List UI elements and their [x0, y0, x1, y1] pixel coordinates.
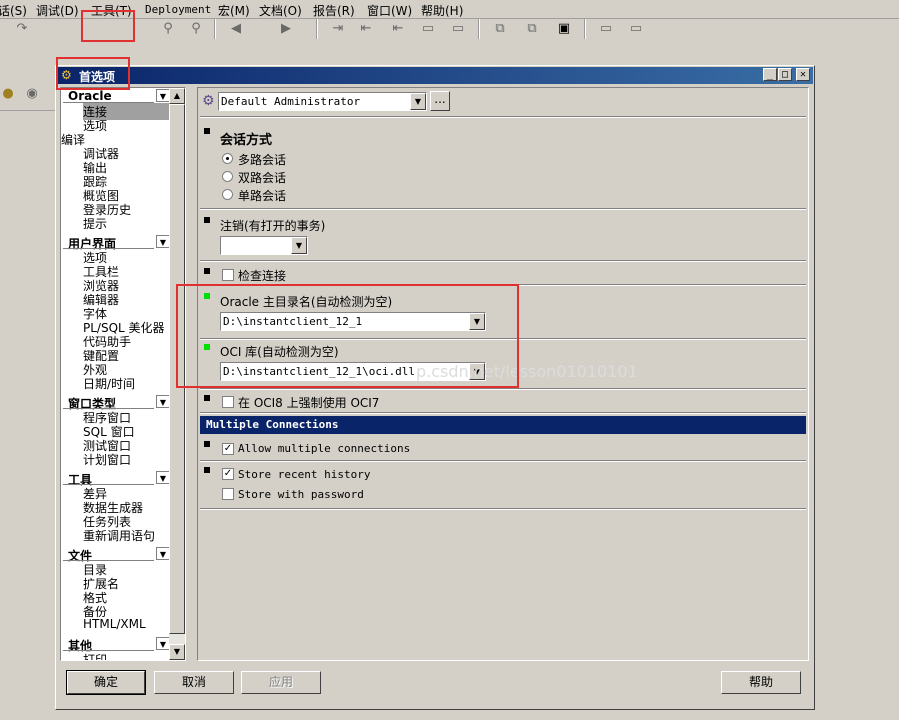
session-mode-section [200, 120, 806, 209]
menu-session[interactable]: 话(S) [0, 2, 27, 19]
allow-multiple-label[interactable]: Allow multiple connections [238, 442, 410, 455]
highlight-tools-menu [81, 10, 135, 42]
chevron-down-icon[interactable]: ▼ [156, 395, 170, 408]
db-icon[interactable]: ● [0, 86, 16, 102]
chevron-down-icon[interactable]: ▼ [410, 93, 426, 110]
scroll-down-button[interactable]: ▼ [169, 644, 185, 660]
outdent-icon[interactable]: ⇤ [390, 21, 406, 37]
allow-multiple-checkbox[interactable]: ✓ [222, 443, 234, 455]
store-history-checkbox[interactable]: ✓ [222, 468, 234, 480]
chevron-down-icon[interactable]: ▼ [156, 471, 170, 484]
chevron-down-icon[interactable]: ▼ [291, 237, 307, 254]
radio-single-session[interactable] [222, 189, 233, 200]
tree-group[interactable]: 窗口类型 ▼ [63, 395, 170, 411]
back-icon[interactable]: ◀ [228, 21, 244, 37]
unindent-icon[interactable]: ⇤ [358, 21, 374, 37]
force-oci7-checkbox[interactable] [222, 396, 234, 408]
section-bullet [204, 395, 210, 401]
chevron-down-icon[interactable]: ▼ [156, 637, 170, 650]
chevron-down-icon[interactable]: ▼ [156, 89, 170, 102]
radio-multi-session[interactable] [222, 153, 233, 164]
uncomment-icon[interactable]: ▭ [450, 21, 466, 37]
profile-select[interactable]: Default Administrator ▼ [218, 92, 427, 111]
tree-item[interactable]: 计划窗口 [83, 451, 131, 468]
redo-icon[interactable]: ↷ [14, 21, 30, 37]
section-bullet [204, 467, 210, 473]
menu-deployment[interactable]: Deployment [145, 3, 211, 16]
highlight-dialog-title [56, 57, 130, 90]
camera-icon[interactable]: ▣ [556, 21, 572, 37]
scroll-up-button[interactable]: ▲ [169, 88, 185, 104]
logoff-label: 注销(有打开的事务) [220, 219, 326, 233]
tree-group[interactable]: 其他 ▼ [63, 637, 170, 653]
tree-group-label: Oracle [68, 89, 112, 103]
window2-icon[interactable]: ▭ [628, 21, 644, 37]
forward-icon[interactable]: ▶ [278, 21, 294, 37]
force-oci7-label[interactable]: 在 OCI8 上强制使用 OCI7 [238, 394, 379, 411]
radio-dual-session-label[interactable]: 双路会话 [238, 169, 286, 186]
tree-item[interactable]: 重新调用语句 [83, 527, 155, 544]
object-icon[interactable]: ⧉ [492, 21, 508, 37]
user-profile-icon: ⚙ [202, 93, 215, 109]
chevron-down-icon[interactable]: ▼ [156, 547, 170, 560]
tree-group[interactable]: 用户界面 ▼ [63, 235, 170, 251]
find-next-icon[interactable]: ⚲ [188, 21, 204, 37]
help-button[interactable]: 帮助 [721, 671, 801, 694]
store-password-label[interactable]: Store with password [238, 488, 364, 501]
profile-select-value: Default Administrator [221, 95, 361, 108]
tree-item[interactable]: 编译 [61, 131, 85, 148]
menu-debug[interactable]: 调试(D) [36, 2, 79, 19]
tree-item[interactable]: 选项 [83, 117, 107, 134]
tree-item[interactable]: HTML/XML [83, 617, 146, 631]
cancel-button[interactable]: 取消 [154, 671, 234, 694]
check-connection-label[interactable]: 检查连接 [238, 267, 286, 284]
minimize-button[interactable]: _ [763, 68, 777, 81]
menu-window[interactable]: 窗口(W) [367, 2, 412, 19]
ok-button[interactable]: 确定 [66, 670, 146, 695]
window-icon[interactable]: ▭ [598, 21, 614, 37]
menu-document[interactable]: 文档(O) [259, 2, 302, 19]
check-connection-section [200, 262, 806, 285]
indent-icon[interactable]: ⇥ [330, 21, 346, 37]
store-password-checkbox[interactable] [222, 488, 234, 500]
chevron-down-icon[interactable]: ▼ [156, 235, 170, 248]
tree-item[interactable]: 打印 [83, 651, 107, 660]
apply-button[interactable]: 应用 [241, 671, 321, 694]
tree-item[interactable]: 日期/时间 [83, 375, 135, 392]
dialog-titlebar[interactable]: ⚙ 首选项 _ □ ✕ [57, 67, 813, 84]
profile-more-button[interactable]: ... [430, 91, 450, 111]
section-bullet [204, 441, 210, 447]
radio-single-session-label[interactable]: 单路会话 [238, 187, 286, 204]
session-mode-title: 会话方式 [220, 133, 273, 148]
menu-help[interactable]: 帮助(H) [421, 2, 463, 19]
highlight-oracle-settings [176, 284, 519, 388]
find-icon[interactable]: ⚲ [160, 21, 176, 37]
preferences-tree: Oracle ▼ 连接 选项 编译 调试器 输出 跟踪 概览图 登录历史 提示 用户界面 ▼ 选项 工具栏浏… [60, 87, 186, 661]
section-bullet [204, 217, 210, 223]
check-connection-checkbox[interactable] [222, 269, 234, 281]
menu-macro[interactable]: 宏(M) [218, 2, 250, 19]
comment-icon[interactable]: ▭ [420, 21, 436, 37]
section-bullet [204, 268, 210, 274]
logoff-select[interactable]: ▼ [220, 236, 308, 255]
store-history-label[interactable]: Store recent history [238, 468, 370, 481]
close-button[interactable]: ✕ [796, 68, 810, 81]
menu-report[interactable]: 报告(R) [313, 2, 355, 19]
db2-icon[interactable]: ◉ [24, 86, 40, 102]
multiple-connections-title: Multiple Connections [206, 418, 339, 431]
radio-dual-session[interactable] [222, 171, 233, 182]
tree-item[interactable]: 提示 [83, 215, 107, 232]
tree-group[interactable]: 工具 ▼ [63, 471, 170, 487]
section-bullet [204, 128, 210, 134]
radio-multi-session-label[interactable]: 多路会话 [238, 151, 286, 168]
maximize-button[interactable]: □ [778, 68, 792, 81]
tree-group[interactable]: Oracle ▼ [63, 89, 170, 103]
tree-group[interactable]: 文件 ▼ [63, 547, 170, 563]
object2-icon[interactable]: ⧉ [524, 21, 540, 37]
multiple-connections-header: Multiple Connections [200, 416, 806, 434]
